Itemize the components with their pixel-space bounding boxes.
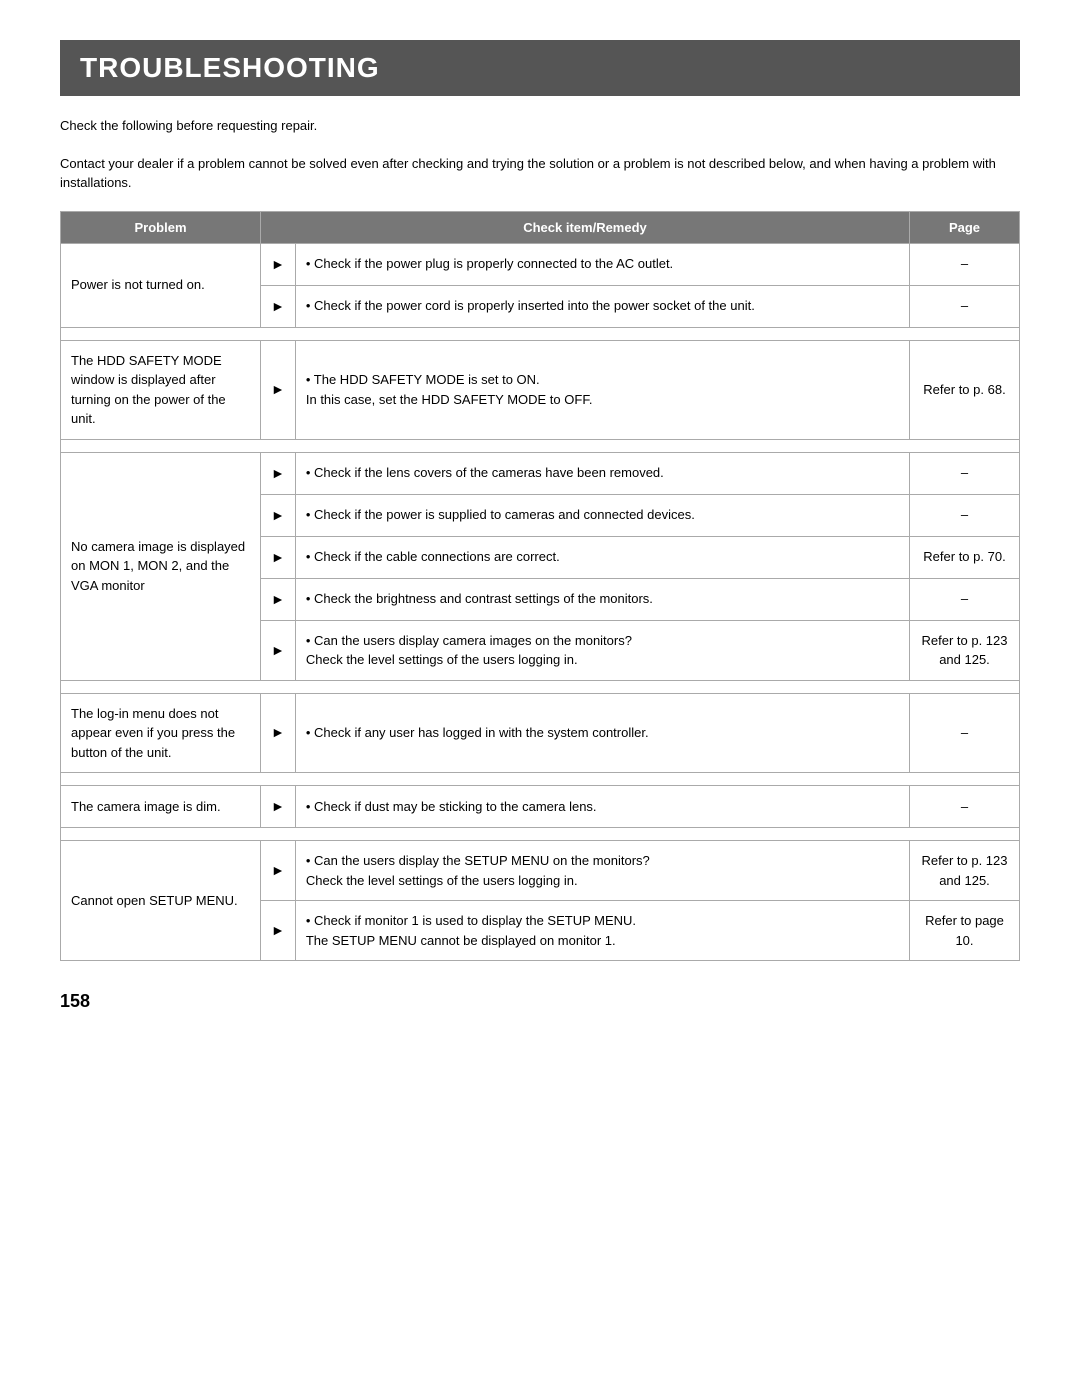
problem-cell: The camera image is dim. — [61, 786, 261, 828]
page-cell: Refer to p. 123 and 125. — [910, 620, 1020, 680]
page-cell: Refer to p. 70. — [910, 536, 1020, 578]
page-cell: Refer to p. 68. — [910, 340, 1020, 439]
remedy-cell: • Check if dust may be sticking to the c… — [295, 786, 909, 828]
remedy-cell: • Can the users display camera images on… — [295, 620, 909, 680]
intro-line-1: Check the following before requesting re… — [60, 116, 1020, 136]
spacer — [61, 680, 1020, 693]
page-number: 158 — [60, 991, 1020, 1012]
remedy-cell: • The HDD SAFETY MODE is set to ON.In th… — [295, 340, 909, 439]
remedy-cell: • Check if the lens covers of the camera… — [295, 452, 909, 494]
arrow-icon: ► — [261, 243, 296, 285]
page-cell: – — [910, 285, 1020, 327]
problem-cell: Cannot open SETUP MENU. — [61, 841, 261, 961]
problem-cell: The log-in menu does not appear even if … — [61, 693, 261, 773]
arrow-icon: ► — [261, 494, 296, 536]
page-cell: – — [910, 243, 1020, 285]
problem-cell: Power is not turned on. — [61, 243, 261, 327]
arrow-icon: ► — [261, 693, 296, 773]
page-cell: – — [910, 786, 1020, 828]
page-cell: – — [910, 578, 1020, 620]
arrow-icon: ► — [261, 285, 296, 327]
arrow-icon: ► — [261, 578, 296, 620]
header-page: Page — [910, 211, 1020, 243]
page-cell: – — [910, 452, 1020, 494]
problem-cell: No camera image is displayed on MON 1, M… — [61, 452, 261, 680]
spacer — [61, 439, 1020, 452]
header-problem: Problem — [61, 211, 261, 243]
remedy-cell: • Can the users display the SETUP MENU o… — [295, 841, 909, 901]
arrow-icon: ► — [261, 901, 296, 961]
remedy-cell: • Check if monitor 1 is used to display … — [295, 901, 909, 961]
spacer — [61, 773, 1020, 786]
arrow-icon: ► — [261, 452, 296, 494]
remedy-cell: • Check if the cable connections are cor… — [295, 536, 909, 578]
remedy-cell: • Check the brightness and contrast sett… — [295, 578, 909, 620]
problem-cell: The HDD SAFETY MODE window is displayed … — [61, 340, 261, 439]
page-title: TROUBLESHOOTING — [60, 40, 1020, 96]
troubleshooting-table: Problem Check item/Remedy Page Power is … — [60, 211, 1020, 962]
spacer — [61, 828, 1020, 841]
arrow-icon: ► — [261, 786, 296, 828]
arrow-icon: ► — [261, 620, 296, 680]
remedy-cell: • Check if any user has logged in with t… — [295, 693, 909, 773]
page-cell: Refer to p. 123 and 125. — [910, 841, 1020, 901]
arrow-icon: ► — [261, 841, 296, 901]
page-cell: – — [910, 693, 1020, 773]
arrow-icon: ► — [261, 536, 296, 578]
arrow-icon: ► — [261, 340, 296, 439]
page-cell: Refer to page 10. — [910, 901, 1020, 961]
intro-line-2: Contact your dealer if a problem cannot … — [60, 154, 1020, 193]
remedy-cell: • Check if the power plug is properly co… — [295, 243, 909, 285]
remedy-cell: • Check if the power is supplied to came… — [295, 494, 909, 536]
spacer — [61, 327, 1020, 340]
remedy-cell: • Check if the power cord is properly in… — [295, 285, 909, 327]
page-cell: – — [910, 494, 1020, 536]
intro-block: Check the following before requesting re… — [60, 116, 1020, 193]
header-remedy: Check item/Remedy — [261, 211, 910, 243]
